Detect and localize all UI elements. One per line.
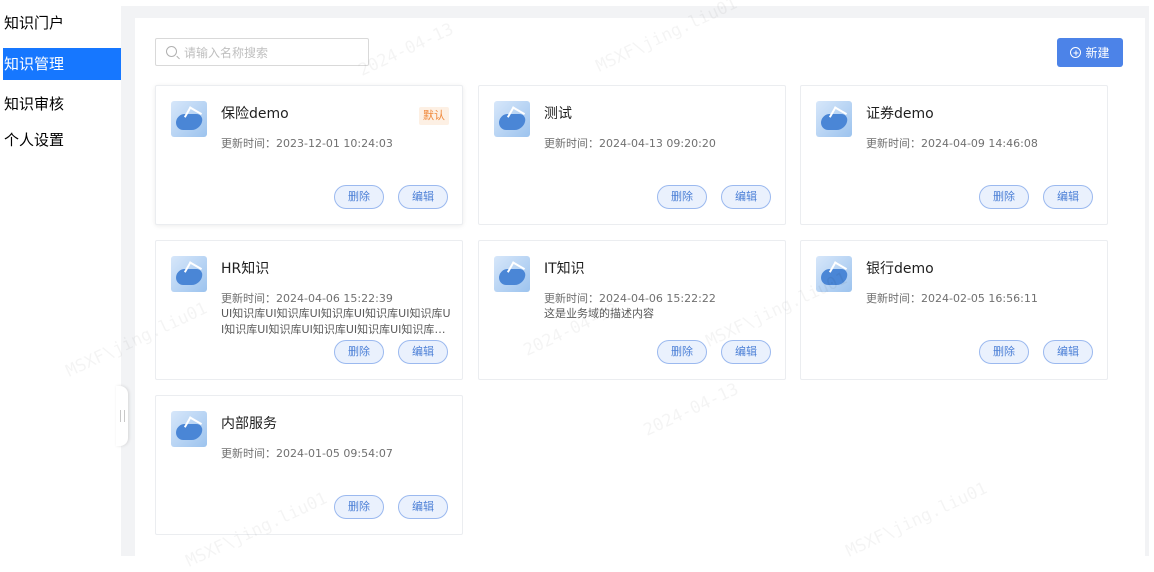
search-icon — [166, 46, 177, 57]
delete-button[interactable]: 删除 — [979, 185, 1029, 209]
sidebar-item-personal-settings[interactable]: 个人设置 — [4, 124, 64, 156]
edit-button[interactable]: 编辑 — [398, 185, 448, 209]
knowledge-base-icon — [171, 256, 207, 292]
delete-button[interactable]: 删除 — [657, 340, 707, 364]
edit-button[interactable]: 编辑 — [721, 340, 771, 364]
card-update-time: 更新时间：2024-04-13 09:20:20 — [544, 137, 716, 150]
card-title: 保险demo — [221, 106, 289, 122]
card-update-time: 更新时间：2024-04-06 15:22:39 — [221, 292, 393, 305]
knowledge-base-icon — [171, 411, 207, 447]
card-title: IT知识 — [544, 261, 585, 277]
edit-button[interactable]: 编辑 — [398, 340, 448, 364]
card-title: HR知识 — [221, 261, 270, 277]
knowledge-base-icon — [494, 256, 530, 292]
card-description: UI知识库UI知识库UI知识库UI知识库UI知识库UI知识库UI知识库UI知识库… — [221, 307, 451, 336]
knowledge-base-card[interactable]: 证券demo 更新时间：2024-04-09 14:46:08 删除 编辑 — [800, 85, 1108, 225]
card-title: 测试 — [544, 106, 572, 122]
delete-button[interactable]: 删除 — [334, 340, 384, 364]
knowledge-base-icon — [494, 101, 530, 137]
sidebar-item-knowledge-review[interactable]: 知识审核 — [4, 88, 64, 120]
default-badge: 默认 — [419, 107, 449, 125]
knowledge-base-card[interactable]: 保险demo 默认 更新时间：2023-12-01 10:24:03 删除 编辑 — [155, 85, 463, 225]
new-button[interactable]: 新建 — [1057, 38, 1123, 67]
card-update-time: 更新时间：2024-02-05 16:56:11 — [866, 292, 1038, 305]
new-button-label: 新建 — [1085, 46, 1110, 60]
sidebar: 知识门户 知识管理 知识审核 个人设置 — [0, 0, 122, 563]
card-update-time: 更新时间：2024-04-06 15:22:22 — [544, 292, 716, 305]
card-title: 银行demo — [866, 261, 934, 277]
edit-button[interactable]: 编辑 — [721, 185, 771, 209]
card-title: 证券demo — [866, 106, 934, 122]
knowledge-base-card[interactable]: HR知识 更新时间：2024-04-06 15:22:39 UI知识库UI知识库… — [155, 240, 463, 380]
delete-button[interactable]: 删除 — [979, 340, 1029, 364]
sidebar-collapse-handle[interactable] — [116, 386, 128, 446]
sidebar-item-knowledge-portal[interactable]: 知识门户 — [4, 7, 64, 39]
card-update-time: 更新时间：2024-04-09 14:46:08 — [866, 137, 1038, 150]
knowledge-base-card[interactable]: 内部服务 更新时间：2024-01-05 09:54:07 删除 编辑 — [155, 395, 463, 535]
card-description: 这是业务域的描述内容 — [544, 307, 654, 320]
search-box — [155, 38, 369, 66]
drag-grip-icon — [119, 410, 125, 422]
edit-button[interactable]: 编辑 — [398, 495, 448, 519]
knowledge-base-icon — [816, 101, 852, 137]
knowledge-base-icon — [816, 256, 852, 292]
delete-button[interactable]: 删除 — [334, 495, 384, 519]
card-title: 内部服务 — [221, 416, 277, 432]
knowledge-base-card[interactable]: 银行demo 更新时间：2024-02-05 16:56:11 删除 编辑 — [800, 240, 1108, 380]
delete-button[interactable]: 删除 — [334, 185, 384, 209]
delete-button[interactable]: 删除 — [657, 185, 707, 209]
edit-button[interactable]: 编辑 — [1043, 185, 1093, 209]
search-input[interactable] — [182, 42, 366, 64]
card-update-time: 更新时间：2024-01-05 09:54:07 — [221, 447, 393, 460]
knowledge-base-card[interactable]: 测试 更新时间：2024-04-13 09:20:20 删除 编辑 — [478, 85, 786, 225]
sidebar-item-knowledge-management[interactable]: 知识管理 — [3, 48, 122, 80]
knowledge-base-card[interactable]: IT知识 更新时间：2024-04-06 15:22:22 这是业务域的描述内容… — [478, 240, 786, 380]
plus-circle-icon — [1070, 47, 1082, 58]
card-update-time: 更新时间：2023-12-01 10:24:03 — [221, 137, 393, 150]
knowledge-base-icon — [171, 101, 207, 137]
edit-button[interactable]: 编辑 — [1043, 340, 1093, 364]
